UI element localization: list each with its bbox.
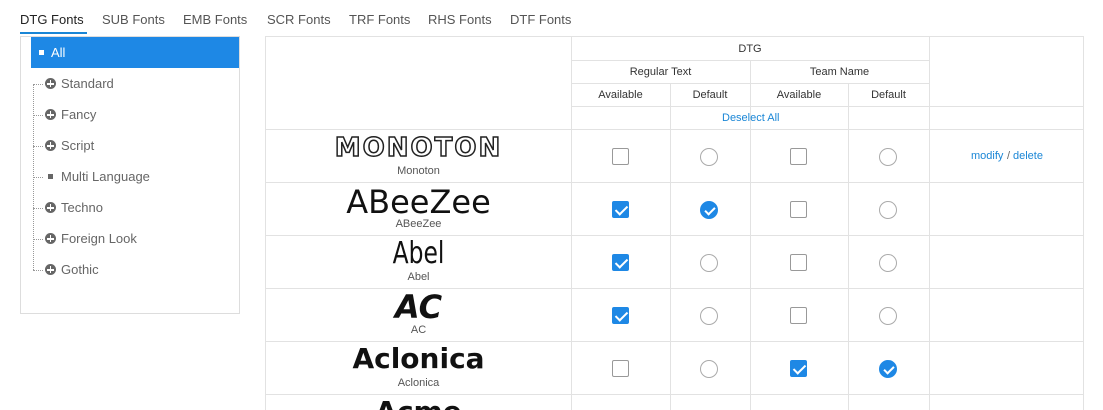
- font-sample-monoton: MONOTON: [334, 132, 503, 164]
- tree-item-label: Fancy: [61, 107, 97, 122]
- tn-default-radio[interactable]: [879, 201, 897, 219]
- grid-line: [848, 129, 849, 410]
- tree-item-label: All: [51, 45, 66, 60]
- tab-trf-fonts[interactable]: TRF Fonts: [349, 12, 410, 27]
- header-regular-text: Regular Text: [629, 66, 692, 78]
- tree-item-label: Gothic: [61, 262, 99, 277]
- grid-line: [929, 37, 930, 410]
- tree-item-techno[interactable]: Techno: [31, 192, 239, 223]
- font-sample-abeezee: ABeeZee: [346, 183, 491, 221]
- tab-scr-fonts[interactable]: SCR Fonts: [267, 12, 331, 27]
- tab-dtf-fonts[interactable]: DTF Fonts: [510, 12, 571, 27]
- tn-available-checkbox[interactable]: [790, 254, 807, 271]
- rt-available-checkbox[interactable]: [612, 307, 629, 324]
- font-availability-table: DTG Regular Text Team Name Available Def…: [265, 36, 1084, 410]
- rt-default-radio[interactable]: [700, 148, 718, 166]
- deselect-all-link[interactable]: Deselect All: [722, 112, 779, 124]
- tn-available-checkbox[interactable]: [790, 201, 807, 218]
- grid-line: [670, 129, 671, 410]
- rt-available-checkbox[interactable]: [612, 148, 629, 165]
- expand-plus-icon[interactable]: [45, 78, 56, 89]
- tree-item-label: Foreign Look: [61, 231, 137, 246]
- tn-default-radio[interactable]: [879, 307, 897, 325]
- grid-line: [571, 106, 1083, 107]
- tab-rhs-fonts[interactable]: RHS Fonts: [428, 12, 492, 27]
- tab-sub-fonts[interactable]: SUB Fonts: [102, 12, 165, 27]
- header-tn-default: Default: [871, 89, 906, 101]
- tn-default-radio[interactable]: [879, 254, 897, 272]
- tn-default-radio[interactable]: [879, 148, 897, 166]
- tn-available-checkbox[interactable]: [790, 360, 807, 377]
- header-rt-available: Available: [598, 89, 643, 101]
- group-header-dtg: DTG: [738, 43, 762, 55]
- grid-line: [571, 83, 929, 84]
- font-type-tabs: DTG Fonts SUB Fonts EMB Fonts SCR Fonts …: [0, 0, 1103, 34]
- font-name-abeezee: ABeeZee: [395, 218, 442, 230]
- expand-plus-icon[interactable]: [45, 109, 56, 120]
- font-sample-aclonica: Aclonica: [352, 342, 485, 375]
- font-name-ac: AC: [410, 324, 427, 336]
- font-category-tree: All Standard Fancy Script Multi Language…: [20, 36, 240, 314]
- modify-link[interactable]: modify: [971, 150, 1003, 162]
- tree-item-standard[interactable]: Standard: [31, 68, 239, 99]
- tree-item-label: Script: [61, 138, 95, 153]
- tree-item-gothic[interactable]: Gothic: [31, 254, 239, 285]
- expand-plus-icon[interactable]: [45, 202, 56, 213]
- tree-item-label: Standard: [61, 76, 114, 91]
- header-rt-default: Default: [692, 89, 728, 101]
- tree-item-label: Techno: [61, 200, 103, 215]
- expand-plus-icon[interactable]: [45, 140, 56, 151]
- tree-item-script[interactable]: Script: [31, 130, 239, 161]
- rt-default-radio[interactable]: [700, 254, 718, 272]
- tree-leaf-icon: [48, 174, 53, 179]
- font-sample-abel: Abel: [392, 236, 445, 271]
- rt-default-radio[interactable]: [700, 307, 718, 325]
- rt-default-radio[interactable]: [700, 360, 718, 378]
- tn-available-checkbox[interactable]: [790, 307, 807, 324]
- tab-dtg-fonts[interactable]: DTG Fonts: [20, 12, 84, 27]
- tn-available-checkbox[interactable]: [790, 148, 807, 165]
- font-name-aclonica: Aclonica: [397, 377, 440, 389]
- expand-plus-icon[interactable]: [45, 264, 56, 275]
- tab-emb-fonts[interactable]: EMB Fonts: [183, 12, 247, 27]
- tree-item-multi-language[interactable]: Multi Language: [31, 161, 239, 192]
- rt-default-radio[interactable]: [700, 201, 718, 219]
- rt-available-checkbox[interactable]: [612, 360, 629, 377]
- rt-available-checkbox[interactable]: [612, 254, 629, 271]
- tree-leaf-icon: [39, 50, 44, 55]
- grid-line: [266, 129, 1083, 130]
- grid-line: [571, 60, 929, 61]
- tree-item-all[interactable]: All: [31, 37, 239, 68]
- action-separator: /: [1007, 150, 1011, 162]
- delete-link[interactable]: delete: [1013, 150, 1043, 162]
- tn-default-radio[interactable]: [879, 360, 897, 378]
- header-team-name: Team Name: [809, 66, 870, 78]
- tree-item-fancy[interactable]: Fancy: [31, 99, 239, 130]
- font-sample-acme: Acme: [266, 395, 571, 410]
- active-tab-indicator: [20, 32, 87, 34]
- rt-available-checkbox[interactable]: [612, 201, 629, 218]
- font-name-monoton: Monoton: [397, 165, 440, 177]
- tree-item-foreign-look[interactable]: Foreign Look: [31, 223, 239, 254]
- header-tn-available: Available: [776, 89, 822, 101]
- expand-plus-icon[interactable]: [45, 233, 56, 244]
- font-sample-ac: AC: [394, 288, 443, 326]
- font-name-abel: Abel: [407, 271, 430, 283]
- tree-item-label: Multi Language: [61, 169, 150, 184]
